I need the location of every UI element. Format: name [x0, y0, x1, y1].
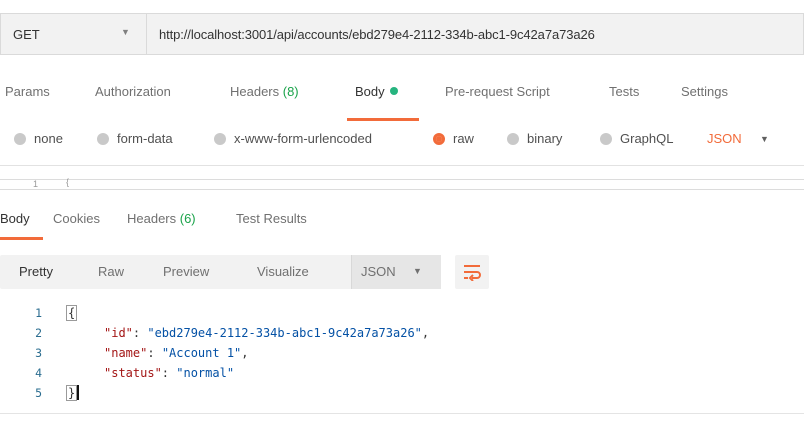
- tab-label: Headers: [230, 84, 283, 99]
- radio-circle-selected: [433, 132, 445, 145]
- view-pretty-button[interactable]: Pretty: [19, 264, 53, 279]
- active-tab-indicator: [347, 118, 419, 121]
- tab-params[interactable]: Params: [5, 84, 50, 99]
- tab-settings[interactable]: Settings: [681, 84, 728, 99]
- view-raw-button[interactable]: Raw: [98, 264, 124, 279]
- radio-circle: [97, 132, 109, 145]
- radio-circle: [507, 132, 519, 145]
- tab-label: Params: [5, 84, 50, 99]
- code-line: 4 "status": "normal": [0, 363, 804, 383]
- radio-label: binary: [527, 131, 563, 146]
- view-visualize-button[interactable]: Visualize: [257, 264, 309, 279]
- tab-label: Cookies: [53, 211, 100, 226]
- json-key: "status": [104, 366, 162, 380]
- request-tabs: Params Authorization Headers (8) Body Pr…: [0, 84, 804, 108]
- tab-cookies[interactable]: Cookies: [53, 211, 100, 226]
- tab-tests[interactable]: Tests: [609, 84, 639, 99]
- active-response-tab-indicator: [0, 237, 43, 240]
- line-number: 1: [35, 306, 42, 320]
- wrap-lines-button[interactable]: [455, 255, 489, 289]
- tab-label: Settings: [681, 84, 728, 99]
- radio-form-data[interactable]: form-data: [97, 131, 173, 146]
- tab-label: Headers: [127, 211, 180, 226]
- tab-count: (8): [282, 84, 299, 99]
- radio-raw[interactable]: raw: [433, 131, 474, 146]
- radio-circle: [214, 132, 226, 145]
- wrap-lines-icon: [464, 265, 481, 281]
- radio-circle: [14, 132, 26, 145]
- line-number: 5: [35, 386, 42, 400]
- view-preview-button[interactable]: Preview: [163, 264, 209, 279]
- chevron-down-icon[interactable]: ▼: [760, 134, 769, 144]
- format-label: JSON: [361, 264, 396, 279]
- radio-x-www-form-urlencoded[interactable]: x-www-form-urlencoded: [214, 131, 372, 146]
- json-value: "normal": [176, 366, 235, 380]
- tab-count: (6): [179, 211, 196, 226]
- tab-label: Tests: [609, 84, 640, 99]
- open-brace: {: [66, 305, 78, 321]
- tab-test-results[interactable]: Test Results: [236, 211, 307, 226]
- line-number: 4: [35, 366, 42, 380]
- radio-label: none: [34, 131, 63, 146]
- tab-headers[interactable]: Headers (8): [230, 84, 299, 99]
- url-input[interactable]: http://localhost:3001/api/accounts/ebd27…: [146, 13, 804, 55]
- body-language-select[interactable]: JSON: [707, 131, 742, 146]
- radio-none[interactable]: none: [14, 131, 63, 146]
- line-number: 3: [35, 346, 42, 360]
- tab-label: Body: [0, 211, 30, 226]
- tab-label: Authorization: [95, 84, 171, 99]
- tab-label: Pre-request Script: [445, 84, 550, 99]
- tab-response-headers[interactable]: Headers (6): [127, 211, 196, 226]
- radio-binary[interactable]: binary: [507, 131, 562, 146]
- json-punct: ,: [421, 326, 430, 340]
- close-brace: }: [66, 385, 78, 401]
- tab-label: Test Results: [236, 211, 307, 226]
- json-key: "name": [104, 346, 148, 360]
- radio-circle: [600, 132, 612, 145]
- tab-body[interactable]: Body: [355, 84, 398, 99]
- editor-line-strip: [0, 179, 804, 190]
- code-line: 1 {: [0, 303, 804, 323]
- body-type-options: none form-data x-www-form-urlencoded raw…: [0, 131, 804, 153]
- json-key: "id": [104, 326, 133, 340]
- tab-label: Body: [355, 84, 385, 99]
- request-body-editor[interactable]: 1 {: [0, 165, 804, 190]
- radio-label: x-www-form-urlencoded: [234, 131, 372, 146]
- radio-label: GraphQL: [620, 131, 674, 146]
- tab-response-body[interactable]: Body: [0, 211, 30, 226]
- radio-graphql[interactable]: GraphQL: [600, 131, 673, 146]
- response-body-editor[interactable]: 1 { 2 "id": "ebd279e4-2112-334b-abc1-9c4…: [0, 303, 804, 415]
- editor-text: {: [66, 177, 70, 187]
- tab-pre-request-script[interactable]: Pre-request Script: [445, 84, 550, 99]
- radio-label: form-data: [117, 131, 173, 146]
- radio-label: raw: [453, 131, 474, 146]
- text-cursor: [77, 385, 80, 400]
- json-value: "Account 1": [161, 346, 242, 360]
- line-number: 1: [33, 179, 39, 189]
- tab-authorization[interactable]: Authorization: [95, 84, 171, 99]
- code-line: 3 "name": "Account 1",: [0, 343, 804, 363]
- line-number: 2: [35, 326, 42, 340]
- editor-bottom-border: [0, 413, 804, 414]
- json-value: "ebd279e4-2112-334b-abc1-9c42a7a73a26": [147, 326, 422, 340]
- method-label: GET: [13, 26, 40, 42]
- chevron-down-icon: ▼: [121, 27, 130, 37]
- code-line: 2 "id": "ebd279e4-2112-334b-abc1-9c42a7a…: [0, 323, 804, 343]
- request-url-bar: GET ▼ http://localhost:3001/api/accounts…: [0, 13, 804, 55]
- method-select[interactable]: GET ▼: [0, 13, 146, 55]
- url-text: http://localhost:3001/api/accounts/ebd27…: [159, 26, 595, 42]
- json-punct: ,: [241, 346, 249, 360]
- chevron-down-icon: ▼: [413, 266, 422, 276]
- response-format-select[interactable]: JSON ▼: [351, 255, 441, 289]
- code-line: 5 }: [0, 383, 804, 403]
- response-tabs: Body Cookies Headers (6) Test Results: [0, 211, 804, 231]
- modified-dot-icon: [389, 87, 398, 95]
